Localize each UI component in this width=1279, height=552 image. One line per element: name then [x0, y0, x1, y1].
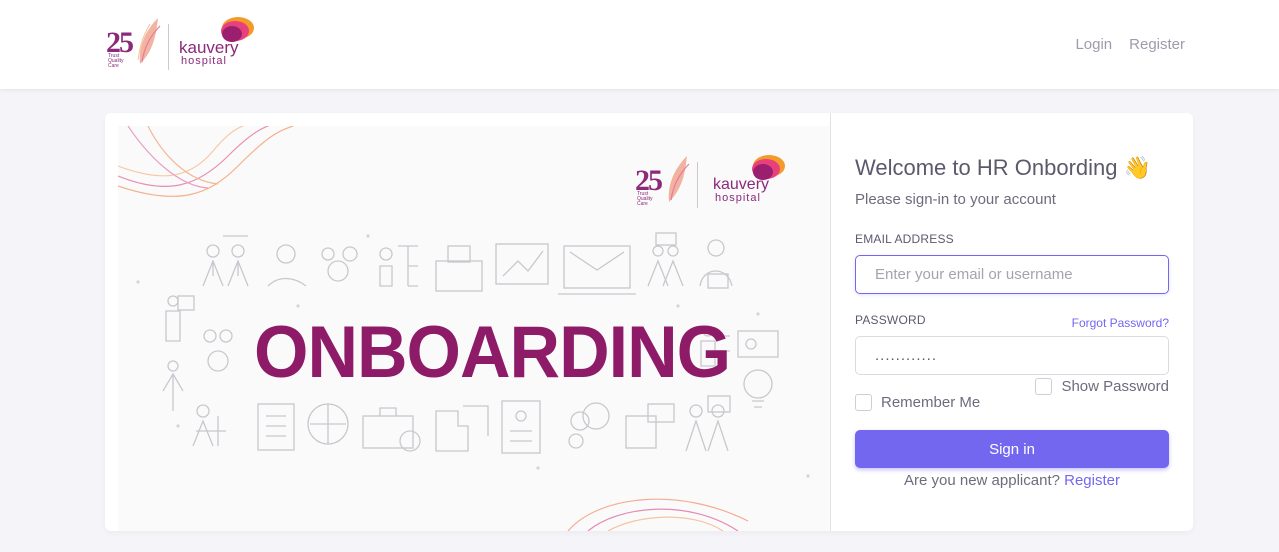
email-label: EMAIL ADDRESS — [855, 232, 954, 246]
new-applicant-text: Are you new applicant? Register — [855, 472, 1169, 489]
login-form: Welcome to HR Onbording 👋 Please sign-in… — [855, 113, 1169, 531]
onboarding-heading: ONBOARDING — [254, 311, 731, 393]
illustration-logo-separator — [697, 162, 698, 208]
register-link[interactable]: Register — [1064, 472, 1120, 489]
onboarding-illustration: 25 Trust Quality Care kauvery hospital O… — [118, 126, 830, 531]
new-applicant-label: Are you new applicant? — [904, 472, 1060, 489]
password-input[interactable] — [855, 336, 1169, 375]
show-password-checkbox[interactable]: Show Password — [1035, 378, 1169, 395]
logo-tagline: Trust Quality Care — [108, 53, 124, 69]
remember-me-checkbox[interactable]: Remember Me — [855, 394, 980, 411]
feather-icon — [137, 18, 161, 64]
logo-separator — [168, 24, 169, 70]
welcome-subtitle: Please sign-in to your account — [855, 191, 1056, 208]
remember-me-box[interactable] — [855, 394, 872, 411]
illustration-logo-sub: hospital — [715, 192, 761, 204]
welcome-title-text: Welcome to HR Onbording — [855, 155, 1118, 180]
email-input[interactable] — [855, 255, 1169, 294]
nav-register-link[interactable]: Register — [1129, 36, 1185, 53]
illustration-feather-icon — [668, 156, 690, 202]
illustration-flame-icon — [752, 155, 785, 180]
nav-login-link[interactable]: Login — [1075, 36, 1112, 53]
welcome-title: Welcome to HR Onbording 👋 — [855, 155, 1151, 181]
show-password-box[interactable] — [1035, 378, 1053, 395]
illustration-logo: 25 Trust Quality Care kauvery hospital — [635, 154, 785, 210]
waving-hand-icon: 👋 — [1123, 155, 1152, 180]
header-nav: Login Register — [1075, 36, 1185, 53]
forgot-password-link[interactable]: Forgot Password? — [1072, 316, 1169, 330]
top-navbar: 25 Trust Quality Care kauvery hospital L… — [0, 0, 1279, 89]
flame-logo-icon — [221, 17, 254, 42]
login-card: 25 Trust Quality Care kauvery hospital O… — [105, 113, 1193, 531]
remember-me-label: Remember Me — [881, 394, 981, 411]
show-password-label: Show Password — [1061, 378, 1169, 395]
sign-in-button[interactable]: Sign in — [855, 430, 1169, 468]
illustration-logo-tagline: Trust Quality Care — [637, 191, 653, 207]
logo-brand-sub: hospital — [181, 55, 227, 67]
kauvery-logo[interactable]: 25 Trust Quality Care kauvery hospital — [106, 16, 256, 72]
card-divider — [830, 113, 831, 531]
password-label: PASSWORD — [855, 313, 926, 327]
